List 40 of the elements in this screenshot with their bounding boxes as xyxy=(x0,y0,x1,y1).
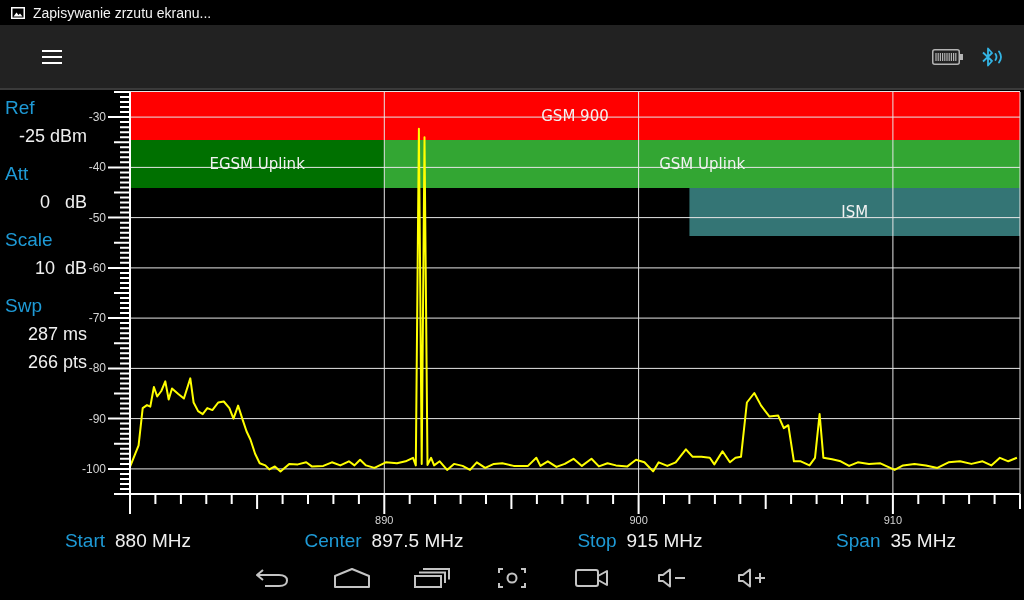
y-tick-label: -40 xyxy=(88,160,106,175)
y-tick-label: -100 xyxy=(81,461,106,476)
notification-text: Zapisywanie zrzutu ekranu... xyxy=(33,4,212,21)
frequency-label: Center xyxy=(304,530,362,552)
parameter-label: Ref xyxy=(5,96,36,120)
y-tick-label: -90 xyxy=(88,411,106,426)
frequency-label: Span xyxy=(836,530,881,552)
battery-icon xyxy=(932,48,963,65)
frequency-value: 897.5 MHz xyxy=(371,530,464,552)
y-tick-label: -70 xyxy=(88,311,106,326)
frequency-value: 880 MHz xyxy=(115,530,192,552)
parameter-label: Swp xyxy=(5,294,43,318)
parameter-label: Scale xyxy=(5,228,54,252)
frequency-value: 915 MHz xyxy=(626,530,703,552)
parameter-label: Att xyxy=(5,162,30,186)
frequency-label: Stop xyxy=(577,530,617,552)
home-icon[interactable] xyxy=(334,568,370,588)
band-label: ISM xyxy=(841,203,869,221)
x-tick-label: 910 xyxy=(883,514,903,526)
parameter-value: 0 dB xyxy=(38,191,87,214)
y-tick-label: -50 xyxy=(88,210,106,225)
video-camera-icon[interactable] xyxy=(575,568,609,588)
parameter-value: 266 pts xyxy=(26,351,87,374)
recent-apps-icon[interactable] xyxy=(414,568,450,588)
x-tick-label: 890 xyxy=(375,514,394,526)
volume-down-icon[interactable] xyxy=(658,568,686,588)
y-tick-label: -30 xyxy=(88,110,106,125)
volume-up-icon[interactable] xyxy=(738,568,766,588)
frequency-value: 35 MHz xyxy=(890,530,956,552)
frequency-label: Start xyxy=(64,530,106,552)
bluetooth-icon xyxy=(982,45,1004,68)
parameter-value: 287 ms xyxy=(26,323,87,346)
parameter-value: -25 dBm xyxy=(17,125,87,148)
y-tick-label: -80 xyxy=(88,361,106,376)
back-icon[interactable] xyxy=(255,568,289,588)
menu-icon[interactable] xyxy=(42,49,62,64)
y-tick-label: -60 xyxy=(88,260,106,275)
parameter-value: 10 dB xyxy=(33,257,87,280)
x-tick-label: 900 xyxy=(629,514,648,526)
image-icon xyxy=(11,6,25,19)
